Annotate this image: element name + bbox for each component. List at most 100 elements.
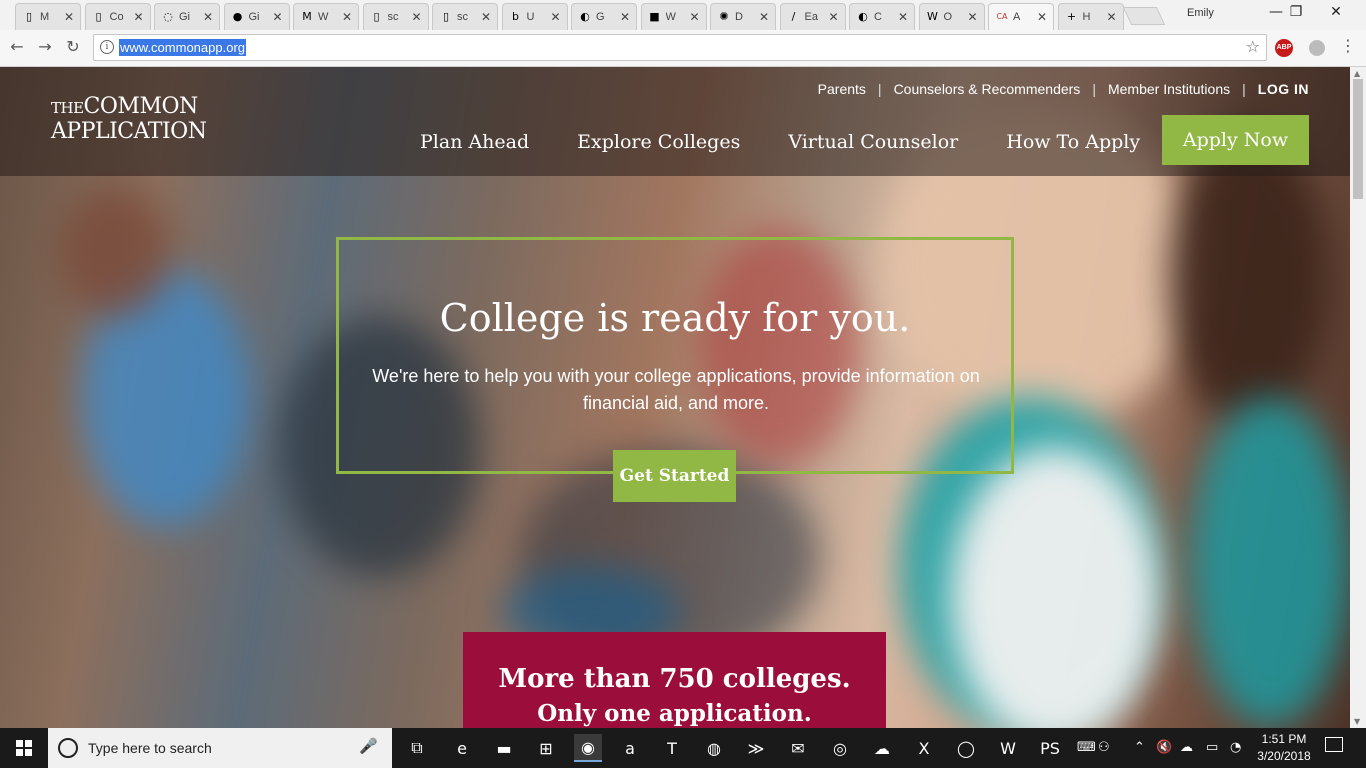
tab-close-icon[interactable]: ✕ — [64, 10, 74, 24]
spotify-icon[interactable]: ◎ — [826, 734, 854, 762]
maximize-icon[interactable]: ❐ — [1281, 4, 1311, 20]
ubc-icon: b — [512, 10, 519, 23]
start-button[interactable] — [0, 728, 48, 768]
browser-tab[interactable]: ▯ sc ✕ — [432, 3, 498, 30]
amazon-icon[interactable]: a — [616, 734, 644, 762]
clock[interactable]: 1:51 PM 3/20/2018 — [1252, 731, 1316, 765]
tab-close-icon[interactable]: ✕ — [967, 10, 977, 24]
tab-close-icon[interactable]: ✕ — [203, 10, 213, 24]
microphone-icon[interactable]: 🎤 — [359, 737, 378, 755]
browser-tab[interactable]: ▯ Co ✕ — [84, 3, 151, 30]
excel-icon[interactable]: X — [910, 734, 938, 762]
plus-square-icon: + — [1066, 10, 1077, 23]
people-icon[interactable]: ⚇ — [1098, 740, 1110, 755]
media-app-icon[interactable]: ≫ — [742, 734, 770, 762]
bookmark-star-icon[interactable]: ☆ — [1246, 37, 1260, 56]
battery-icon[interactable]: ▭ — [1206, 740, 1218, 755]
browser-tab[interactable]: + H ✕ — [1057, 3, 1124, 30]
browser-tab[interactable]: W O ✕ — [918, 3, 985, 30]
tab-close-icon[interactable]: ✕ — [133, 10, 143, 24]
page-scrollbar[interactable]: ▲ ▼ — [1350, 67, 1366, 728]
main-nav-link[interactable]: Virtual Counselor — [788, 131, 958, 153]
tab-title: A — [1013, 11, 1021, 23]
task-view-icon[interactable]: ⧉ — [403, 734, 431, 762]
browser-tab[interactable]: ◌ Gi ✕ — [154, 3, 220, 30]
w-logo-icon: W — [927, 10, 938, 23]
reload-icon[interactable]: ↻ — [62, 37, 84, 56]
scroll-up-icon[interactable]: ▲ — [1354, 69, 1360, 78]
browser-tab[interactable]: ◐ C ✕ — [849, 3, 915, 30]
tab-close-icon[interactable]: ✕ — [828, 10, 838, 24]
tab-title: sc — [387, 11, 399, 23]
scroll-down-icon[interactable]: ▼ — [1354, 717, 1360, 726]
volume-muted-icon[interactable]: 🔇 — [1156, 740, 1172, 755]
word-icon[interactable]: W — [994, 734, 1022, 762]
hero-title: College is ready for you. — [439, 296, 911, 340]
document-icon: ▯ — [95, 10, 102, 23]
tab-close-icon[interactable]: ✕ — [272, 10, 282, 24]
cloud-icon[interactable]: ☁ — [1180, 740, 1193, 755]
adblock-icon[interactable]: ABP — [1275, 39, 1293, 57]
browser-tab[interactable]: ✺ D ✕ — [710, 3, 776, 30]
common-app-logo[interactable]: THECOMMON APPLICATION — [51, 95, 207, 143]
browser-tab[interactable]: CA A ✕ — [988, 3, 1054, 30]
edge-icon[interactable]: e — [448, 734, 476, 762]
app-circle-icon[interactable]: ◯ — [952, 734, 980, 762]
keyboard-icon[interactable]: ⌨ — [1077, 740, 1096, 755]
tab-title: W — [665, 11, 676, 23]
browser-tab[interactable]: M W ✕ — [293, 3, 359, 30]
profile-name[interactable]: Emily — [1187, 7, 1214, 19]
scroll-thumb[interactable] — [1353, 79, 1363, 199]
url-text[interactable]: www.commonapp.org — [119, 39, 246, 56]
main-nav-link[interactable]: How To Apply — [1006, 131, 1140, 153]
t-app-icon[interactable]: T — [658, 734, 686, 762]
tab-close-icon[interactable]: ✕ — [689, 10, 699, 24]
notifications-icon[interactable] — [1325, 737, 1343, 752]
tab-close-icon[interactable]: ✕ — [411, 10, 421, 24]
close-icon[interactable]: ✕ — [1321, 4, 1351, 20]
menu-icon[interactable]: ⋮ — [1340, 36, 1356, 55]
apply-now-button[interactable]: Apply Now — [1162, 115, 1309, 165]
browser-tab[interactable]: / Ea ✕ — [779, 3, 846, 30]
onedrive-icon[interactable]: ☁ — [868, 734, 896, 762]
browser-tab[interactable]: ◐ G ✕ — [571, 3, 637, 30]
tab-close-icon[interactable]: ✕ — [1037, 10, 1047, 24]
address-bar[interactable]: i www.commonapp.org ☆ — [93, 34, 1267, 61]
utility-link[interactable]: Counselors & Recommenders — [894, 81, 1081, 97]
mail-icon[interactable]: ✉ — [784, 734, 812, 762]
firefox-icon[interactable]: ◍ — [700, 734, 728, 762]
wifi-icon[interactable]: ◔ — [1230, 740, 1241, 755]
browser-tab[interactable]: ▯ sc ✕ — [362, 3, 429, 30]
browser-tab[interactable]: ▯ M ✕ — [15, 3, 81, 30]
extension-icon[interactable] — [1309, 40, 1325, 56]
store-icon[interactable]: ⊞ — [532, 734, 560, 762]
main-nav-link[interactable]: Plan Ahead — [420, 131, 529, 153]
file-explorer-icon[interactable]: ▬ — [490, 734, 518, 762]
utility-link[interactable]: Member Institutions — [1108, 81, 1230, 97]
tab-close-icon[interactable]: ✕ — [481, 10, 491, 24]
phpstorm-icon[interactable]: PS — [1036, 734, 1064, 762]
tab-close-icon[interactable]: ✕ — [342, 10, 352, 24]
taskbar-search[interactable]: Type here to search 🎤 — [48, 728, 392, 768]
utility-link[interactable]: Parents — [818, 81, 866, 97]
tab-close-icon[interactable]: ✕ — [620, 10, 630, 24]
tab-close-icon[interactable]: ✕ — [898, 10, 908, 24]
info-icon[interactable]: i — [100, 40, 114, 54]
cortana-icon — [58, 738, 78, 758]
back-icon[interactable]: ← — [6, 37, 28, 56]
get-started-button[interactable]: Get Started — [613, 450, 736, 502]
main-nav-link[interactable]: Explore Colleges — [577, 131, 740, 153]
chrome-icon[interactable]: ◉ — [574, 734, 602, 762]
login-link[interactable]: LOG IN — [1258, 81, 1309, 97]
browser-tab[interactable]: b U ✕ — [501, 3, 568, 30]
browser-tab[interactable]: ● Gi ✕ — [223, 3, 290, 30]
tab-close-icon[interactable]: ✕ — [1106, 10, 1116, 24]
chevron-up-icon[interactable]: ⌃ — [1134, 740, 1145, 755]
browser-tab[interactable]: ■ W ✕ — [640, 3, 707, 30]
tab-close-icon[interactable]: ✕ — [759, 10, 769, 24]
utility-separator: | — [1242, 81, 1246, 97]
tab-close-icon[interactable]: ✕ — [550, 10, 560, 24]
forward-icon[interactable]: → — [34, 37, 56, 56]
new-tab-button[interactable] — [1122, 7, 1166, 25]
utility-nav: Parents | Counselors & Recommenders | Member… — [818, 81, 1309, 97]
